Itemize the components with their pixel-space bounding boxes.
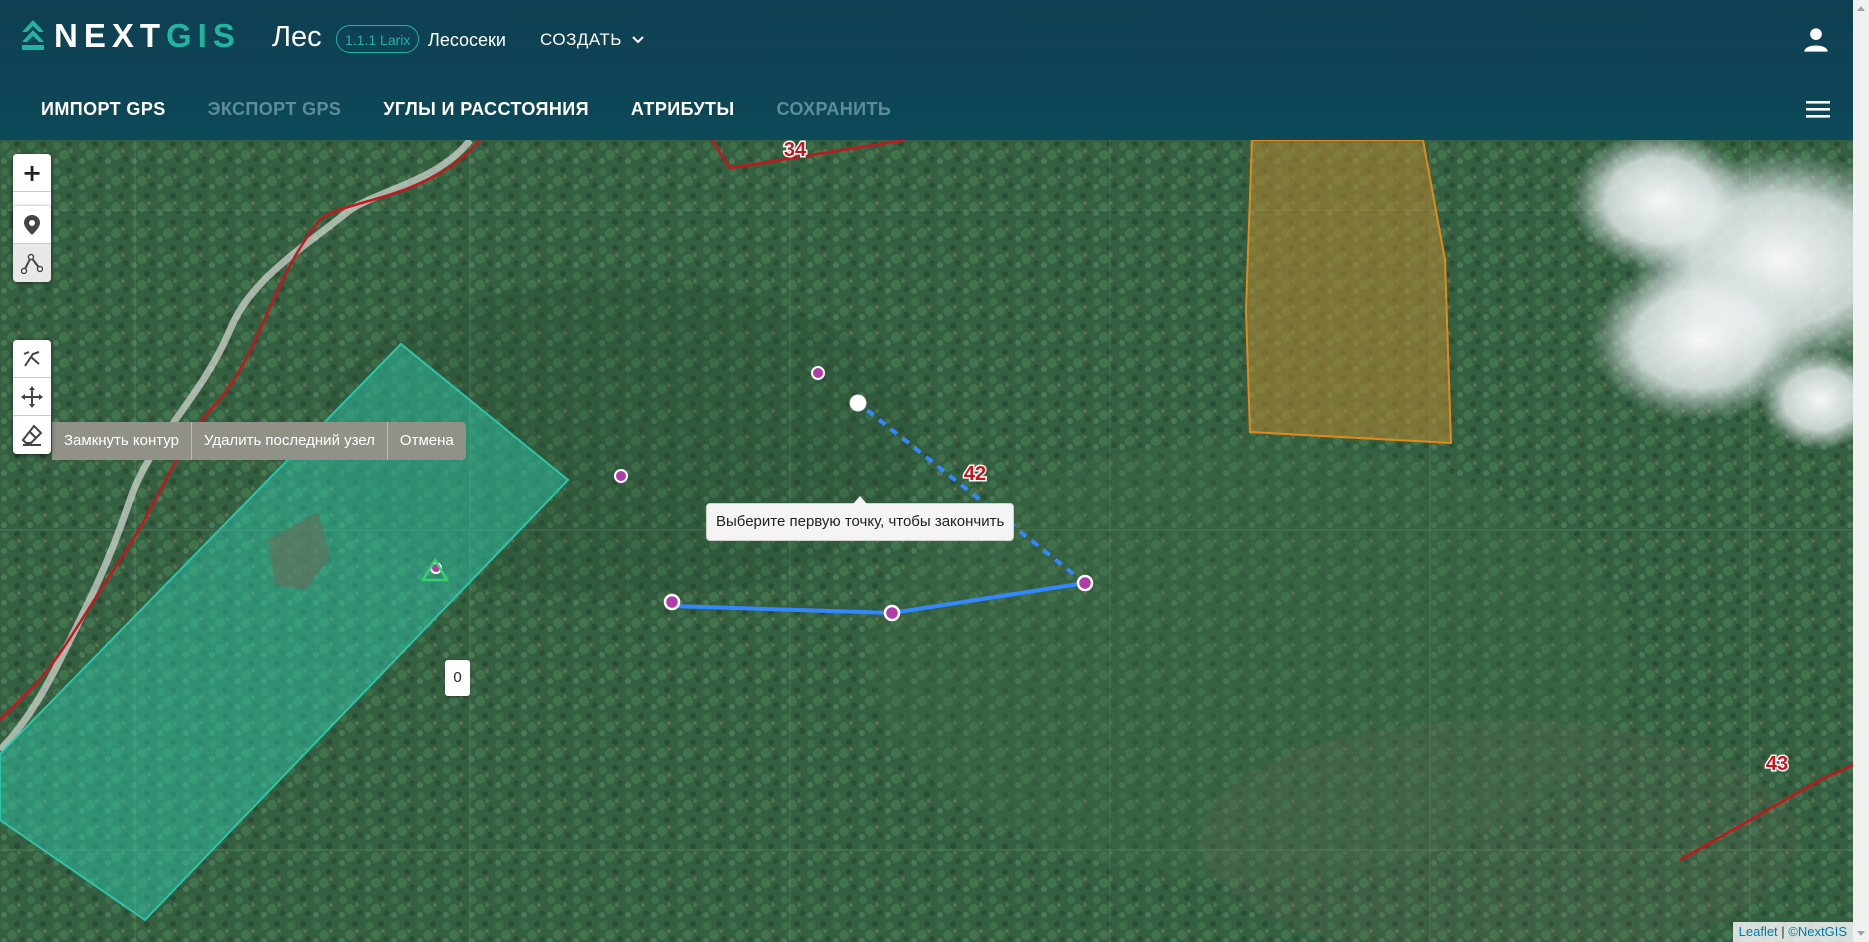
gps-point (614, 469, 628, 483)
plot-label-43: 43 (1766, 753, 1788, 775)
main-toolbar: ИМПОРТ GPS ЭКСПОРТ GPS УГЛЫ И РАССТОЯНИЯ… (0, 92, 933, 126)
move-icon (21, 385, 43, 408)
move-button[interactable] (13, 378, 51, 416)
scroll-up-icon[interactable] (1857, 6, 1865, 11)
marker-icon (24, 214, 40, 235)
satellite-basemap[interactable]: 34 42 43 (0, 140, 1853, 942)
leaflet-link[interactable]: Leaflet (1739, 924, 1778, 939)
polyline-icon (21, 253, 43, 274)
create-dropdown-label: СОЗДАТЬ (540, 30, 622, 49)
nextgis-logo-icon (22, 20, 44, 50)
hamburger-icon[interactable] (1806, 99, 1830, 119)
cut-button[interactable] (13, 340, 51, 378)
scroll-down-icon[interactable] (1857, 931, 1865, 936)
version-badge: 1.1.1 Larix (336, 25, 420, 53)
app-title: Лес (272, 21, 322, 53)
point-count-label: 0 (445, 660, 470, 696)
cancel-button[interactable]: Отмена (386, 422, 466, 460)
logo-wordmark: NEXTGIS (54, 18, 241, 54)
map-attribution: Leaflet | ©NextGIS (1732, 922, 1853, 942)
gps-point (811, 366, 825, 380)
draw-toolbar (13, 206, 51, 282)
map-view[interactable]: 34 42 43 + − (0, 140, 1853, 942)
close-contour-button[interactable]: Замкнуть контур (52, 422, 191, 460)
app-header: NEXTGIS Лес 1.1.1 Larix Лесосеки СОЗДАТЬ… (0, 0, 1853, 140)
edit-toolbar (13, 340, 51, 454)
import-gps-button[interactable]: ИМПОРТ GPS (41, 92, 166, 126)
user-icon[interactable] (1802, 26, 1830, 54)
nextgis-link[interactable]: ©NextGIS (1788, 924, 1847, 939)
vertex-3 (1076, 574, 1094, 592)
plot-label-34: 34 (784, 140, 807, 161)
create-dropdown[interactable]: СОЗДАТЬ (540, 29, 644, 51)
save-button[interactable]: СОХРАНИТЬ (776, 92, 891, 126)
export-gps-button[interactable]: ЭКСПОРТ GPS (208, 92, 342, 126)
erase-button[interactable] (13, 416, 51, 454)
angles-distances-button[interactable]: УГЛЫ И РАССТОЯНИЯ (383, 92, 589, 126)
section-title[interactable]: Лесосеки (428, 29, 506, 51)
chevron-down-icon (632, 36, 644, 44)
attribution-separator: | (1777, 924, 1789, 939)
attributes-button[interactable]: АТРИБУТЫ (631, 92, 735, 126)
nextgis-logo[interactable]: NEXTGIS (20, 18, 241, 54)
delete-last-node-button[interactable]: Удалить последний узел (190, 422, 387, 460)
plot-label-42: 42 (964, 463, 986, 485)
eraser-icon (21, 424, 43, 446)
draw-hint-tooltip: Выберите первую точку, чтобы закончить (706, 496, 1015, 541)
draw-actions-bar: Замкнуть контур Удалить последний узел О… (52, 422, 466, 460)
marker-draw-button[interactable] (13, 206, 51, 244)
polyline-draw-button[interactable] (13, 244, 51, 282)
page-scrollbar[interactable] (1853, 0, 1869, 942)
cursor-vertex (849, 394, 867, 412)
vertex-1 (663, 593, 681, 611)
zoom-in-button[interactable]: + (13, 154, 51, 192)
logo-gis: GIS (166, 17, 241, 54)
logo-next: NEXT (54, 17, 167, 54)
vertex-2 (883, 604, 901, 622)
cut-icon (23, 350, 40, 367)
